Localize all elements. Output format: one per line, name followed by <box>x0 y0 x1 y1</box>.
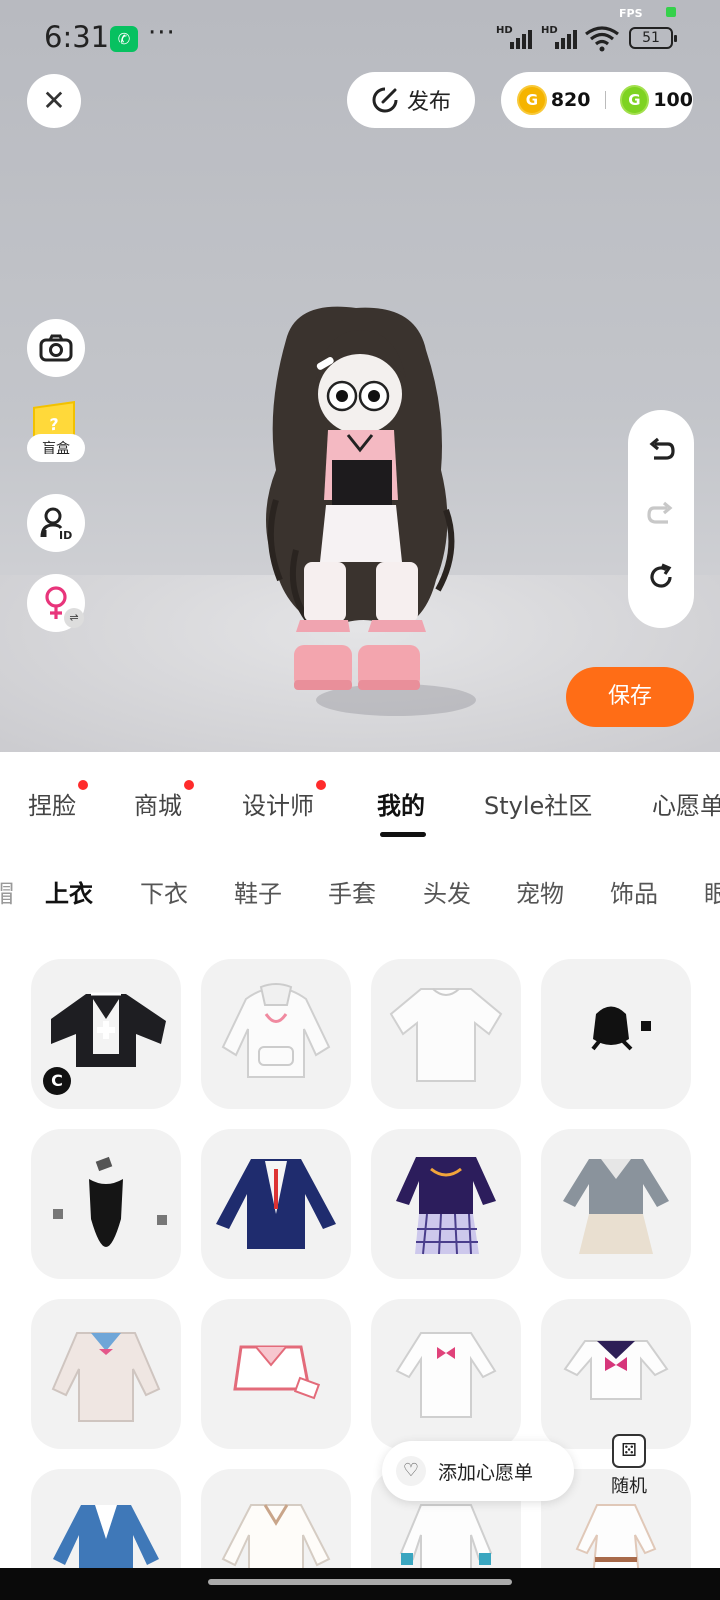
person-id-icon: ID <box>40 507 72 540</box>
add-wishlist-button[interactable]: ♡ 添加心愿单 <box>382 1441 574 1501</box>
subtab-hair[interactable]: 头发 <box>423 874 471 909</box>
status-bar: 6:31 ✆ ··· FPS HD HD 51 <box>0 0 720 78</box>
sailor-top-thumbnail <box>563 1340 669 1400</box>
publish-button[interactable]: 发布 <box>347 72 475 128</box>
tshirt-thumbnail <box>389 988 503 1082</box>
subtab-bottoms[interactable]: 下衣 <box>140 874 188 909</box>
subtab-tops[interactable]: 上衣 <box>45 874 93 909</box>
tab-mine[interactable]: 我的 <box>377 786 425 821</box>
heart-icon: ♡ <box>396 1456 426 1486</box>
blindbox-label: 盲盒 <box>27 434 85 462</box>
history-panel <box>628 410 694 628</box>
svg-text:ID: ID <box>59 529 72 540</box>
item-card[interactable] <box>31 1129 181 1279</box>
subtab-accessories[interactable]: 饰品 <box>610 874 658 909</box>
swap-icon: ⇌ <box>64 608 84 628</box>
black-accessory-thumbnail <box>591 1006 651 1051</box>
item-card[interactable] <box>541 959 691 1109</box>
tab-style-community[interactable]: Style社区 <box>484 786 592 821</box>
sailor-uniform-thumbnail <box>563 1159 669 1254</box>
signal-1-icon: HD <box>496 25 534 49</box>
camera-button[interactable] <box>27 319 85 377</box>
close-icon: ✕ <box>42 84 66 117</box>
home-indicator[interactable] <box>208 1579 512 1585</box>
avatar-id-button[interactable]: ID <box>27 494 85 552</box>
cardigan-thumbnail <box>51 1332 161 1422</box>
save-button[interactable]: 保存 <box>566 667 694 727</box>
currency-divider <box>604 91 606 109</box>
item-card[interactable] <box>371 1299 521 1449</box>
status-overflow: ··· <box>148 18 176 48</box>
publish-label: 发布 <box>406 90 451 115</box>
tab-wishlist[interactable]: 心愿单 <box>652 786 720 821</box>
wechat-icon: ✆ <box>110 26 138 52</box>
redo-icon <box>647 501 673 524</box>
camera-icon <box>39 334 73 362</box>
random-label: 随机 <box>611 1476 647 1497</box>
tab-designer[interactable]: 设计师 <box>242 780 326 821</box>
blindbox-button[interactable]: ? 盲盒 <box>27 401 85 468</box>
item-card[interactable] <box>31 1299 181 1449</box>
subtab-partial[interactable]: 帽 <box>0 874 14 909</box>
fps-indicator-icon <box>666 7 676 17</box>
category-tabs: 捏脸 商城 设计师 我的 Style社区 心愿单 <box>0 752 720 846</box>
creator-badge: C <box>43 1067 71 1095</box>
item-card[interactable] <box>201 1129 351 1279</box>
undo-icon <box>649 437 675 460</box>
reset-icon <box>650 563 672 588</box>
publish-icon <box>372 87 398 113</box>
undo-button[interactable] <box>628 432 694 482</box>
subtab-eyes[interactable]: 眼 <box>704 874 720 909</box>
green-amount: 100 <box>653 89 693 111</box>
purple-top-thumbnail <box>396 1157 496 1255</box>
white-shirt-thumbnail <box>395 1332 497 1418</box>
notification-dot <box>316 780 326 790</box>
clothing-subtabs: 帽 上衣 下衣 鞋子 手套 头发 宠物 饰品 眼 <box>0 862 720 918</box>
wifi-icon <box>585 26 619 52</box>
close-button[interactable]: ✕ <box>27 74 81 128</box>
dice-icon: ⚄ <box>612 1434 646 1468</box>
battery-icon: 51 <box>629 27 677 49</box>
avatar-scene[interactable]: 6:31 ✆ ··· FPS HD HD 51 ✕ 发布 G 820 G 100… <box>0 0 720 752</box>
notification-dot <box>78 780 88 790</box>
subtab-pets[interactable]: 宠物 <box>516 874 564 909</box>
subtab-shoes[interactable]: 鞋子 <box>234 874 282 909</box>
tab-face[interactable]: 捏脸 <box>28 780 88 821</box>
notification-dot <box>184 780 194 790</box>
hoodie-thumbnail <box>221 983 331 1078</box>
currency-balance[interactable]: G 820 G 100 <box>501 72 693 128</box>
item-card[interactable] <box>201 1299 351 1449</box>
redo-button[interactable] <box>628 496 694 546</box>
item-card[interactable] <box>541 1129 691 1279</box>
subtab-gloves[interactable]: 手套 <box>328 874 376 909</box>
add-wishlist-label: 添加心愿单 <box>438 1461 534 1484</box>
system-nav-bar <box>0 1568 720 1600</box>
green-coin-icon: G <box>619 85 650 115</box>
status-time: 6:31 <box>44 20 110 54</box>
bodysuit-thumbnail <box>53 1156 167 1247</box>
pink-crop-thumbnail <box>233 1345 321 1400</box>
item-card[interactable] <box>201 959 351 1109</box>
active-tab-indicator <box>380 832 426 837</box>
avatar-figure[interactable] <box>256 300 476 720</box>
gold-amount: 820 <box>550 89 591 111</box>
blazer-thumbnail <box>216 1159 336 1249</box>
random-button[interactable]: ⚄ 随机 <box>592 1434 666 1508</box>
reset-button[interactable] <box>628 558 694 608</box>
gold-coin-icon: G <box>517 85 547 115</box>
signal-2-icon: HD <box>541 25 579 49</box>
item-card[interactable] <box>371 1129 521 1279</box>
item-card[interactable] <box>371 959 521 1109</box>
tab-shop[interactable]: 商城 <box>134 780 194 821</box>
fps-label: FPS <box>619 7 643 20</box>
item-card[interactable] <box>541 1299 691 1449</box>
item-card[interactable]: C <box>31 959 181 1109</box>
